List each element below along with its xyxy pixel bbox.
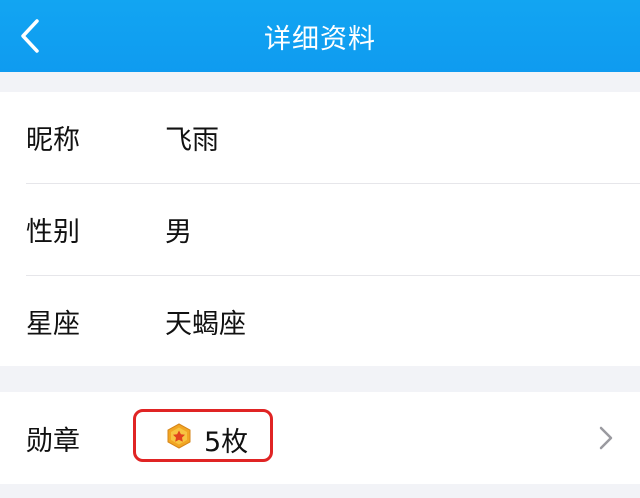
nickname-label: 昵称 [26,125,80,156]
star-badge-icon [167,423,191,449]
page-title: 详细资料 [264,23,376,55]
top-bar: 详细资料 [0,0,640,72]
profile-info-card: 昵称 飞雨 性别 男 星座 天蝎座 [0,92,640,366]
badge-label: 勋章 [26,426,80,457]
back-button[interactable] [10,12,50,60]
zodiac-value: 天蝎座 [165,309,246,340]
badge-row[interactable]: 勋章 5枚 [0,392,640,484]
gender-label: 性别 [26,217,80,248]
gender-value: 男 [165,217,192,248]
badge-count: 5枚 [204,427,249,458]
gender-row: 性别 男 [0,184,640,275]
zodiac-row: 星座 天蝎座 [0,276,640,367]
chevron-right-icon [599,426,613,450]
chevron-left-icon [21,19,39,53]
nickname-value: 飞雨 [165,125,219,156]
nickname-row: 昵称 飞雨 [0,92,640,183]
zodiac-label: 星座 [26,309,80,340]
badge-highlight-box: 5枚 [133,409,273,462]
